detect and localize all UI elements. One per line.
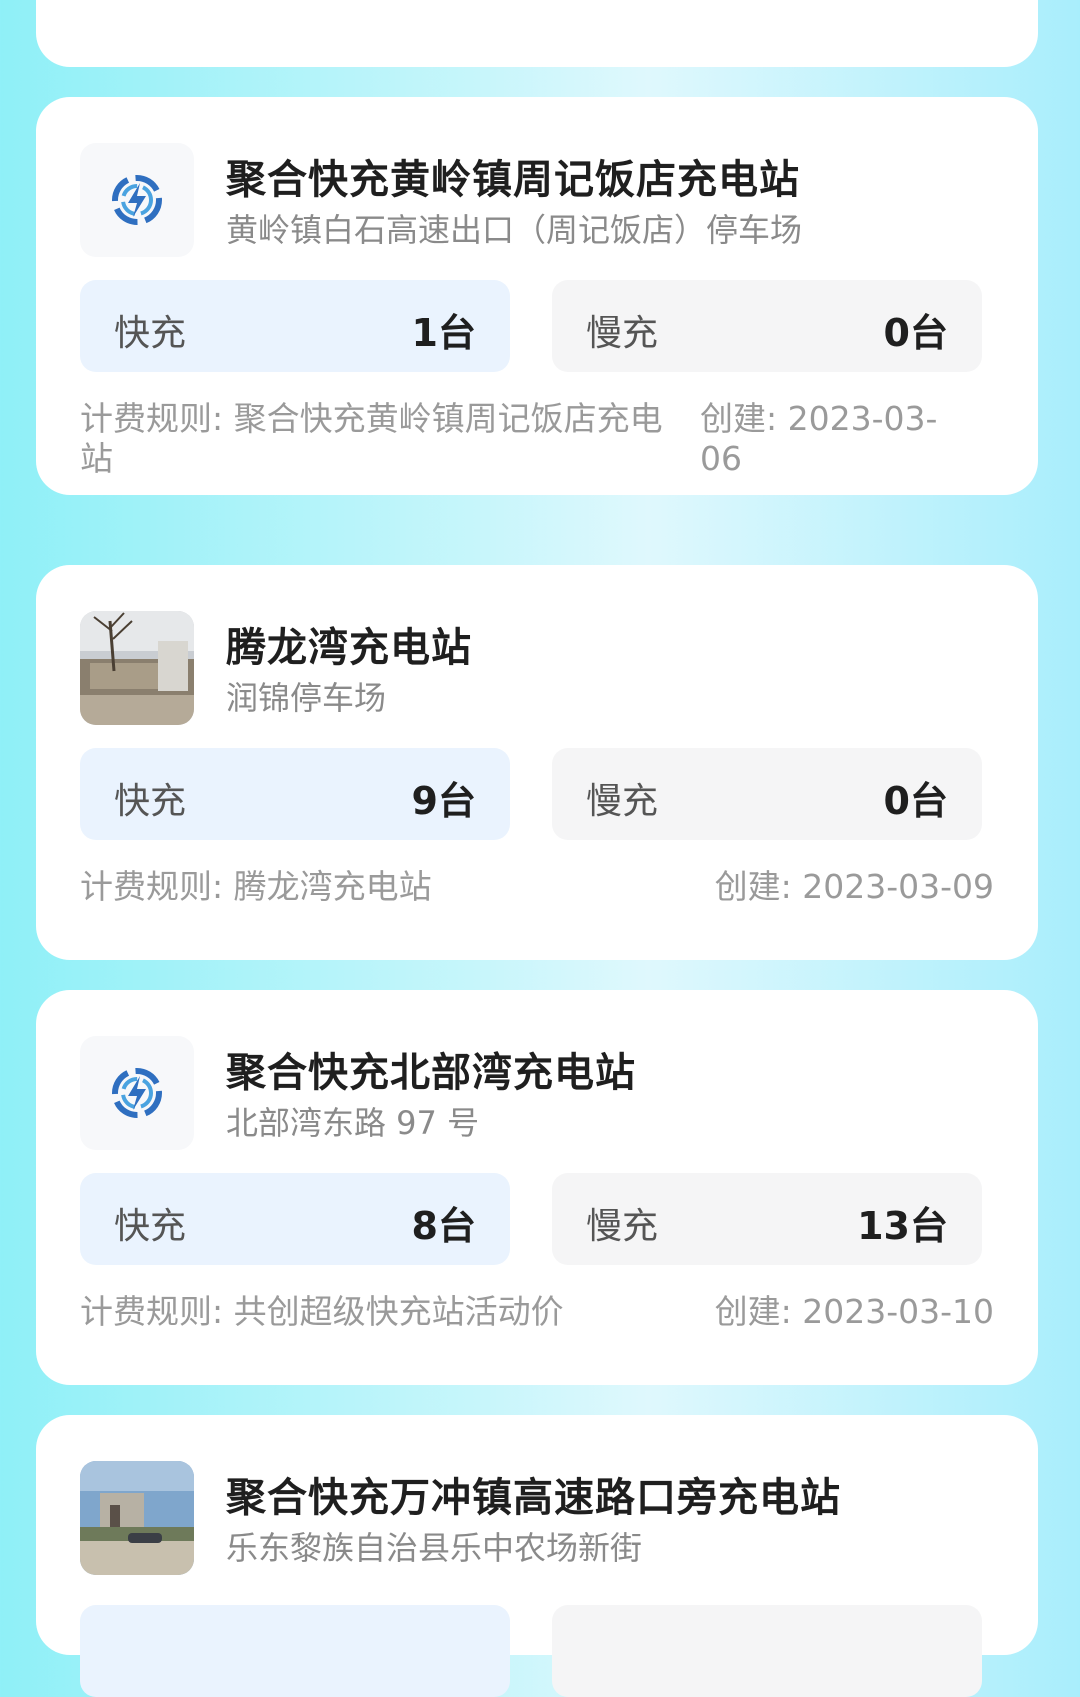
- fast-count: 1台: [411, 311, 476, 355]
- station-address: 黄岭镇白石高速出口（周记饭店）停车场: [226, 211, 803, 249]
- station-name: 聚合快充北部湾充电站: [226, 1050, 636, 1096]
- fast-count: 9台: [411, 779, 476, 823]
- fast-charger-count: [80, 1605, 510, 1697]
- slow-label: 慢充: [586, 781, 659, 822]
- fast-count: 8台: [411, 1204, 476, 1248]
- billing-rule: 计费规则: 聚合快充黄岭镇周记饭店充电站: [80, 399, 663, 478]
- slow-charger-count: 慢充 13台: [552, 1173, 982, 1265]
- fast-label: 快充: [114, 313, 187, 354]
- slow-charger-count: 慢充 0台: [552, 748, 982, 840]
- billing-rule: 计费规则: 共创超级快充站活动价: [80, 1292, 564, 1331]
- stat-value: 22: [851, 0, 907, 5]
- slow-label: 慢充: [586, 313, 659, 354]
- stat-value: 46: [596, 0, 652, 5]
- station-address: 乐东黎族自治县乐中农场新街: [226, 1529, 643, 1567]
- station-name: 聚合快充万冲镇高速路口旁充电站: [226, 1475, 841, 1521]
- station-card[interactable]: 腾龙湾充电站 润锦停车场 快充 9台 慢充 0台 计费规则: 腾龙湾充电站 创建…: [36, 565, 1038, 960]
- station-name: 聚合快充黄岭镇周记饭店充电站: [226, 157, 800, 203]
- summary-stats: 7 63 46 22: [36, 0, 1038, 15]
- summary-card: 7 63 46 22: [36, 0, 1038, 67]
- created-date: 创建: 2023-03-09: [714, 867, 994, 906]
- station-card[interactable]: 聚合快充万冲镇高速路口旁充电站 乐东黎族自治县乐中农场新街: [36, 1415, 1038, 1697]
- fast-charger-count: 快充 8台: [80, 1173, 510, 1265]
- slow-count: 13台: [857, 1204, 948, 1248]
- fast-charger-count: 快充 9台: [80, 748, 510, 840]
- slow-label: 慢充: [586, 1206, 659, 1247]
- station-logo-icon: [80, 143, 194, 257]
- station-card[interactable]: 聚合快充黄岭镇周记饭店充电站 黄岭镇白石高速出口（周记饭店）停车场 快充 1台 …: [36, 97, 1038, 495]
- fast-label: 快充: [114, 781, 187, 822]
- billing-rule: 计费规则: 腾龙湾充电站: [80, 867, 432, 906]
- station-logo-icon: [80, 1036, 194, 1150]
- slow-count: 0台: [883, 311, 948, 355]
- station-photo: [80, 1461, 194, 1575]
- station-address: 北部湾东路 97 号: [226, 1104, 480, 1142]
- stat-value: 63: [341, 0, 397, 5]
- station-photo: [80, 611, 194, 725]
- station-card[interactable]: 聚合快充北部湾充电站 北部湾东路 97 号 快充 8台 慢充 13台 计费规则:…: [36, 990, 1038, 1385]
- fast-label: 快充: [114, 1206, 187, 1247]
- station-name: 腾龙湾充电站: [226, 625, 472, 671]
- slow-charger-count: 慢充 0台: [552, 280, 982, 372]
- created-date: 创建: 2023-03-06: [700, 399, 938, 478]
- created-date: 创建: 2023-03-10: [714, 1292, 994, 1331]
- slow-count: 0台: [883, 779, 948, 823]
- stat-value: 7: [136, 0, 164, 5]
- station-address: 润锦停车场: [226, 679, 387, 717]
- slow-charger-count: [552, 1605, 982, 1697]
- fast-charger-count: 快充 1台: [80, 280, 510, 372]
